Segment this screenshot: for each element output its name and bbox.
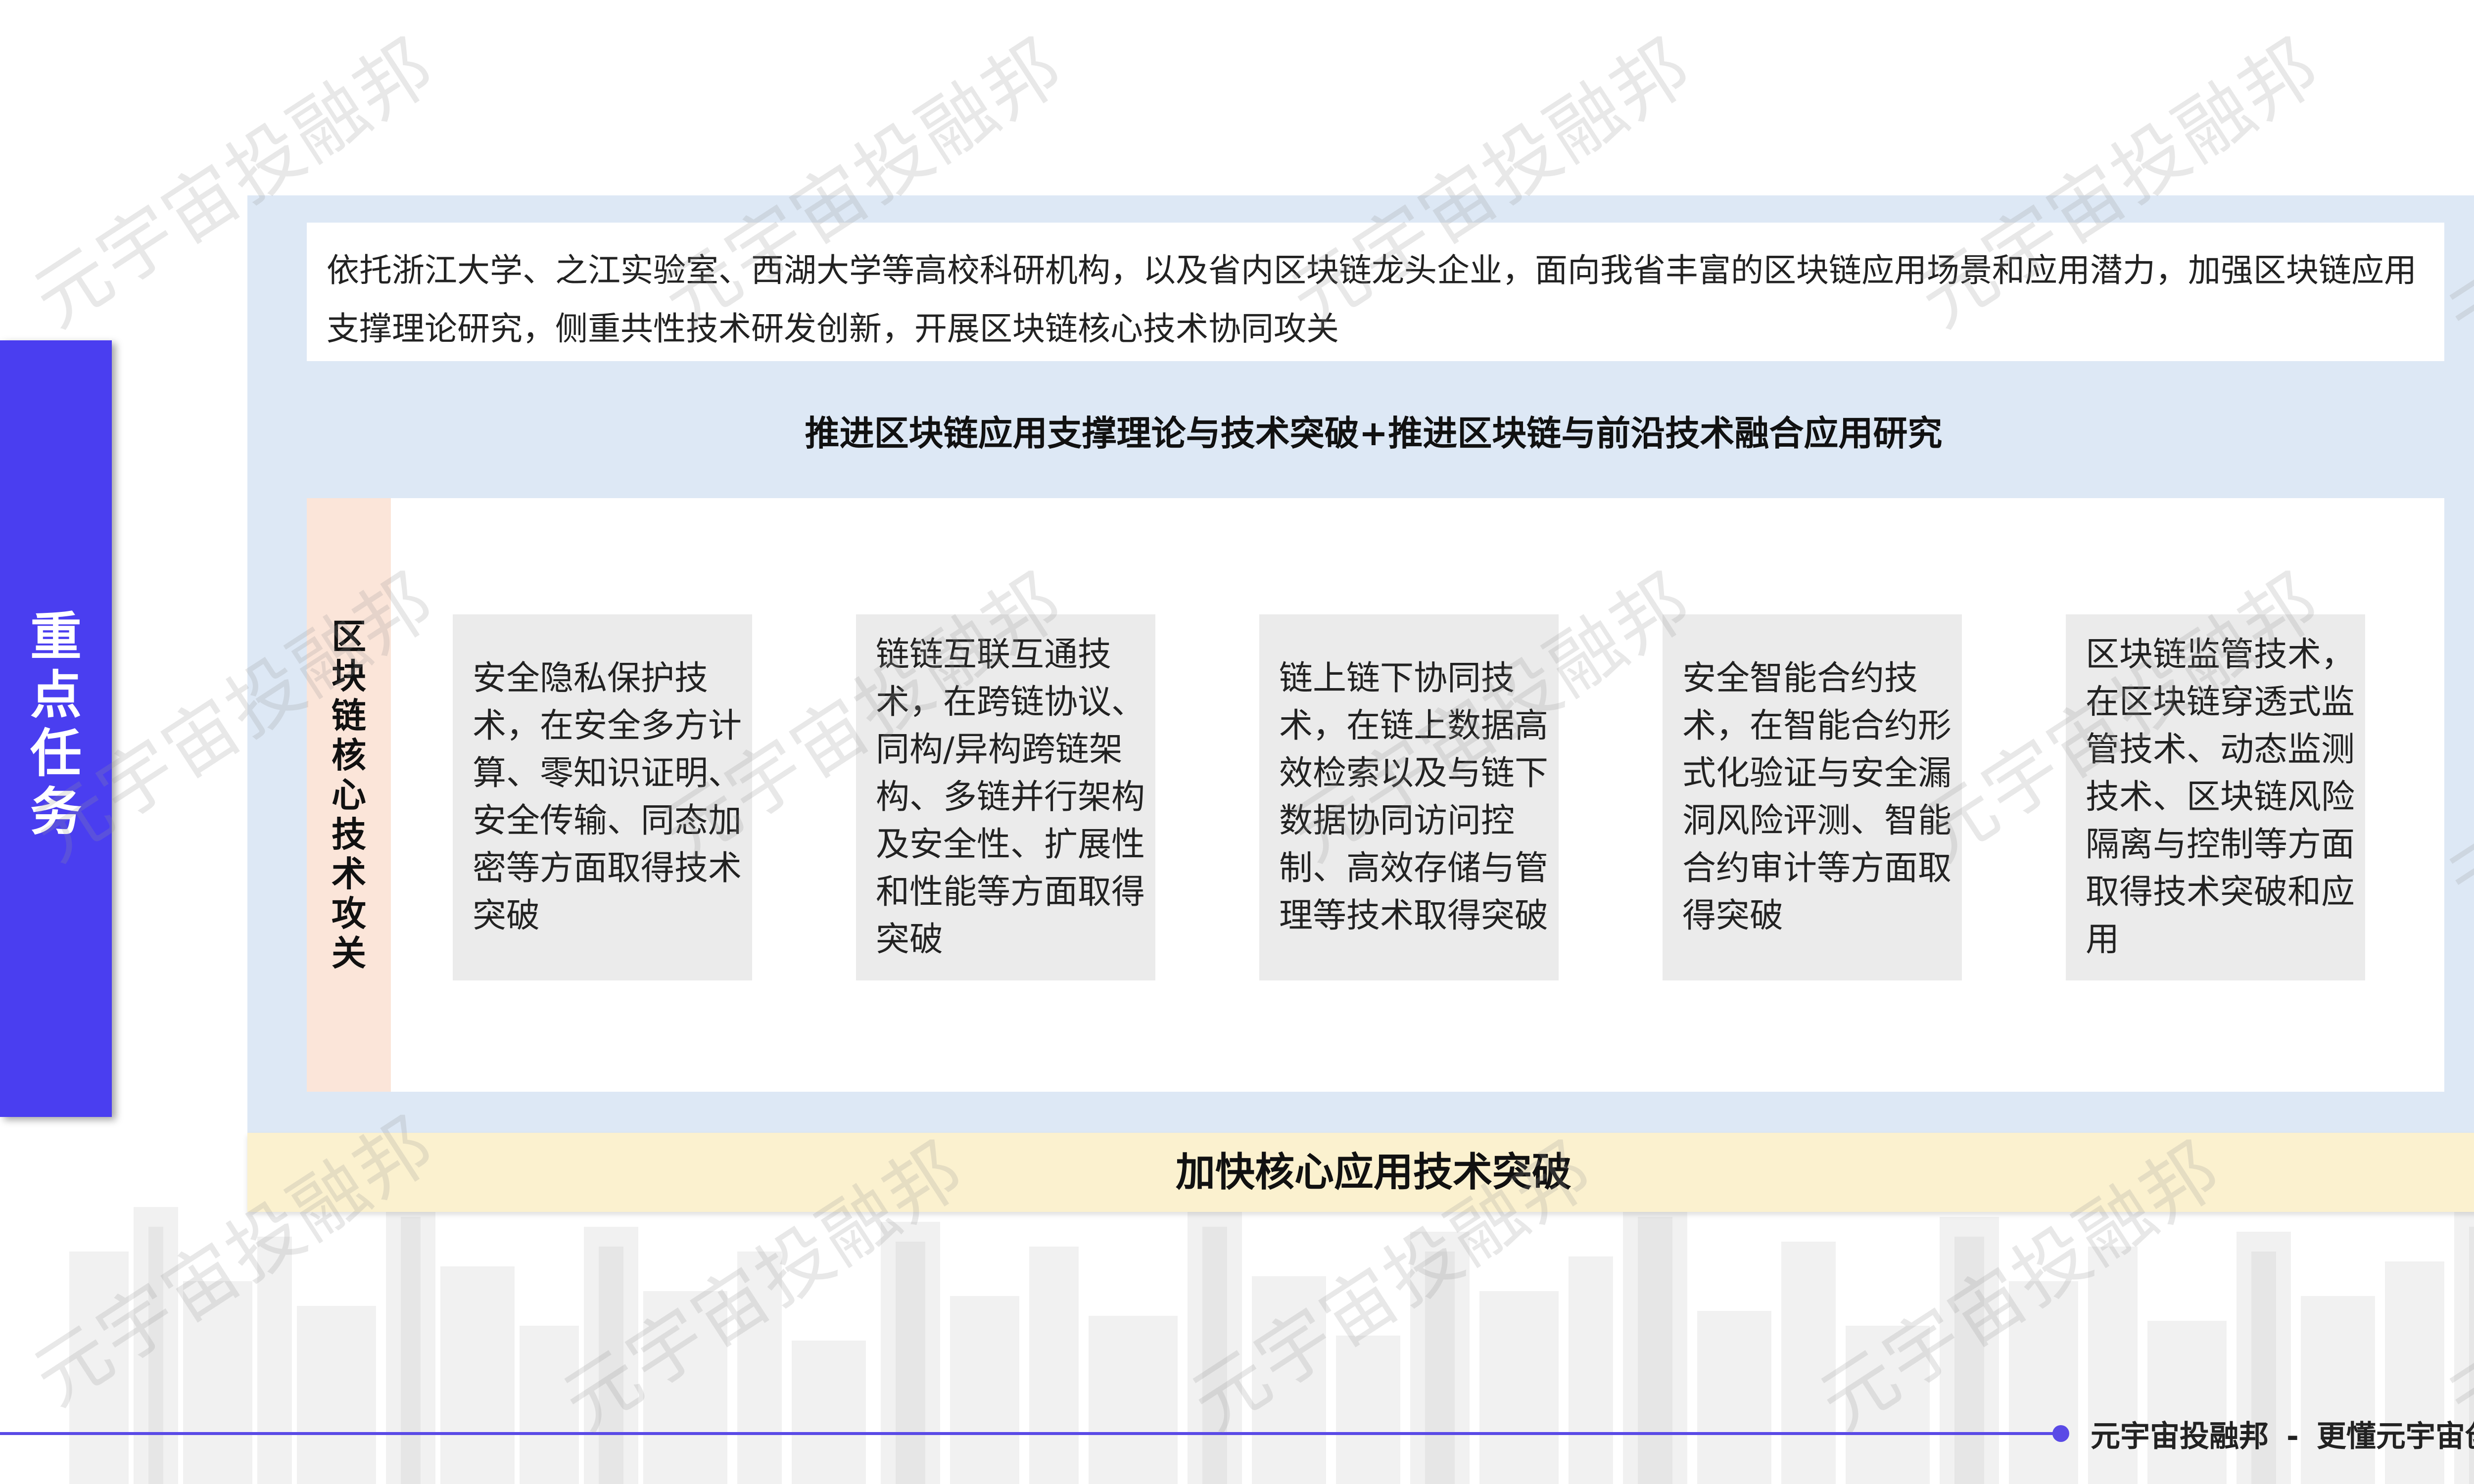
side-label-char: 术 xyxy=(332,854,366,894)
bottom-bar-text: 加快核心应用技术突破 xyxy=(1176,1149,1571,1195)
key-tasks-title-char: 任 xyxy=(30,723,82,784)
intro-text: 依托浙江大学、之江实验室、西湖大学等高校科研机构，以及省内区块链龙头企业，面向我… xyxy=(327,251,2417,348)
side-label-char: 链 xyxy=(332,696,366,736)
bottom-bar: 加快核心应用技术突破 xyxy=(247,1133,2474,1212)
side-label-char: 心 xyxy=(332,775,366,815)
core-tech-box: 区 块 链 核 心 技 术 攻 关 安全隐私保护技术，在安全多方计算、零知识证明… xyxy=(307,498,2444,1092)
side-label-char: 攻 xyxy=(332,893,366,934)
core-tech-side-label: 区 块 链 核 心 技 术 攻 关 xyxy=(307,498,391,1092)
key-tasks-title-char: 重 xyxy=(30,606,82,667)
side-label-char: 区 xyxy=(332,616,366,657)
key-tasks-title: 重 点 任 务 xyxy=(0,607,112,841)
card-text: 区块链监管技术，在区块链穿透式监管技术、动态监测技术、区块链风险隔离与控制等方面… xyxy=(2086,635,2355,959)
card-text: 安全智能合约技术，在智能合约形式化验证与安全漏洞风险评测、智能合约审计等方面取得… xyxy=(1682,659,1952,935)
card-text: 安全隐私保护技术，在安全多方计算、零知识证明、安全传输、同态加密等方面取得技术突… xyxy=(473,659,742,935)
key-tasks-tab: 重 点 任 务 xyxy=(0,340,112,1117)
card-text: 链链互联互通技术，在跨链协议、同构/异构跨链架构、多链并行架构及安全性、扩展性和… xyxy=(876,635,1145,959)
card-regulation: 区块链监管技术，在区块链穿透式监管技术、动态监测技术、区块链风险隔离与控制等方面… xyxy=(2066,614,2365,980)
footer-line xyxy=(0,1432,2061,1435)
card-text: 链上链下协同技术，在链上数据高效检索以及与链下数据协同访问控制、高效存储与管理等… xyxy=(1279,659,1549,935)
card-cross-chain: 链链互联互通技术，在跨链协议、同构/异构跨链架构、多链并行架构及安全性、扩展性和… xyxy=(856,614,1155,980)
footer-slogan: 更懂元宇宙创业者 xyxy=(2316,1419,2474,1454)
key-tasks-title-char: 点 xyxy=(30,665,82,725)
card-on-off-chain: 链上链下协同技术，在链上数据高效检索以及与链下数据协同访问控制、高效存储与管理等… xyxy=(1259,614,1559,980)
footer-brand: 元宇宙投融邦 xyxy=(2091,1419,2269,1454)
footer-separator: - xyxy=(2286,1419,2299,1454)
main-panel: 依托浙江大学、之江实验室、西湖大学等高校科研机构，以及省内区块链龙头企业，面向我… xyxy=(247,195,2474,1143)
card-privacy-protection: 安全隐私保护技术，在安全多方计算、零知识证明、安全传输、同态加密等方面取得技术突… xyxy=(453,614,752,980)
intro-box: 依托浙江大学、之江实验室、西湖大学等高校科研机构，以及省内区块链龙头企业，面向我… xyxy=(307,223,2444,361)
side-label-char: 块 xyxy=(332,656,366,696)
footer-text: 元宇宙投融邦-更懂元宇宙创业者 xyxy=(2091,1412,2474,1455)
side-label-char: 关 xyxy=(332,933,366,974)
card-smart-contract: 安全智能合约技术，在智能合约形式化验证与安全漏洞风险评测、智能合约审计等方面取得… xyxy=(1663,614,1962,980)
side-label-char: 核 xyxy=(332,735,366,776)
footer-dot xyxy=(2052,1425,2069,1442)
side-label-char: 技 xyxy=(332,814,366,855)
key-tasks-title-char: 务 xyxy=(30,782,82,842)
main-heading: 推进区块链应用支撑理论与技术突破+推进区块链与前沿技术融合应用研究 xyxy=(805,413,1943,454)
